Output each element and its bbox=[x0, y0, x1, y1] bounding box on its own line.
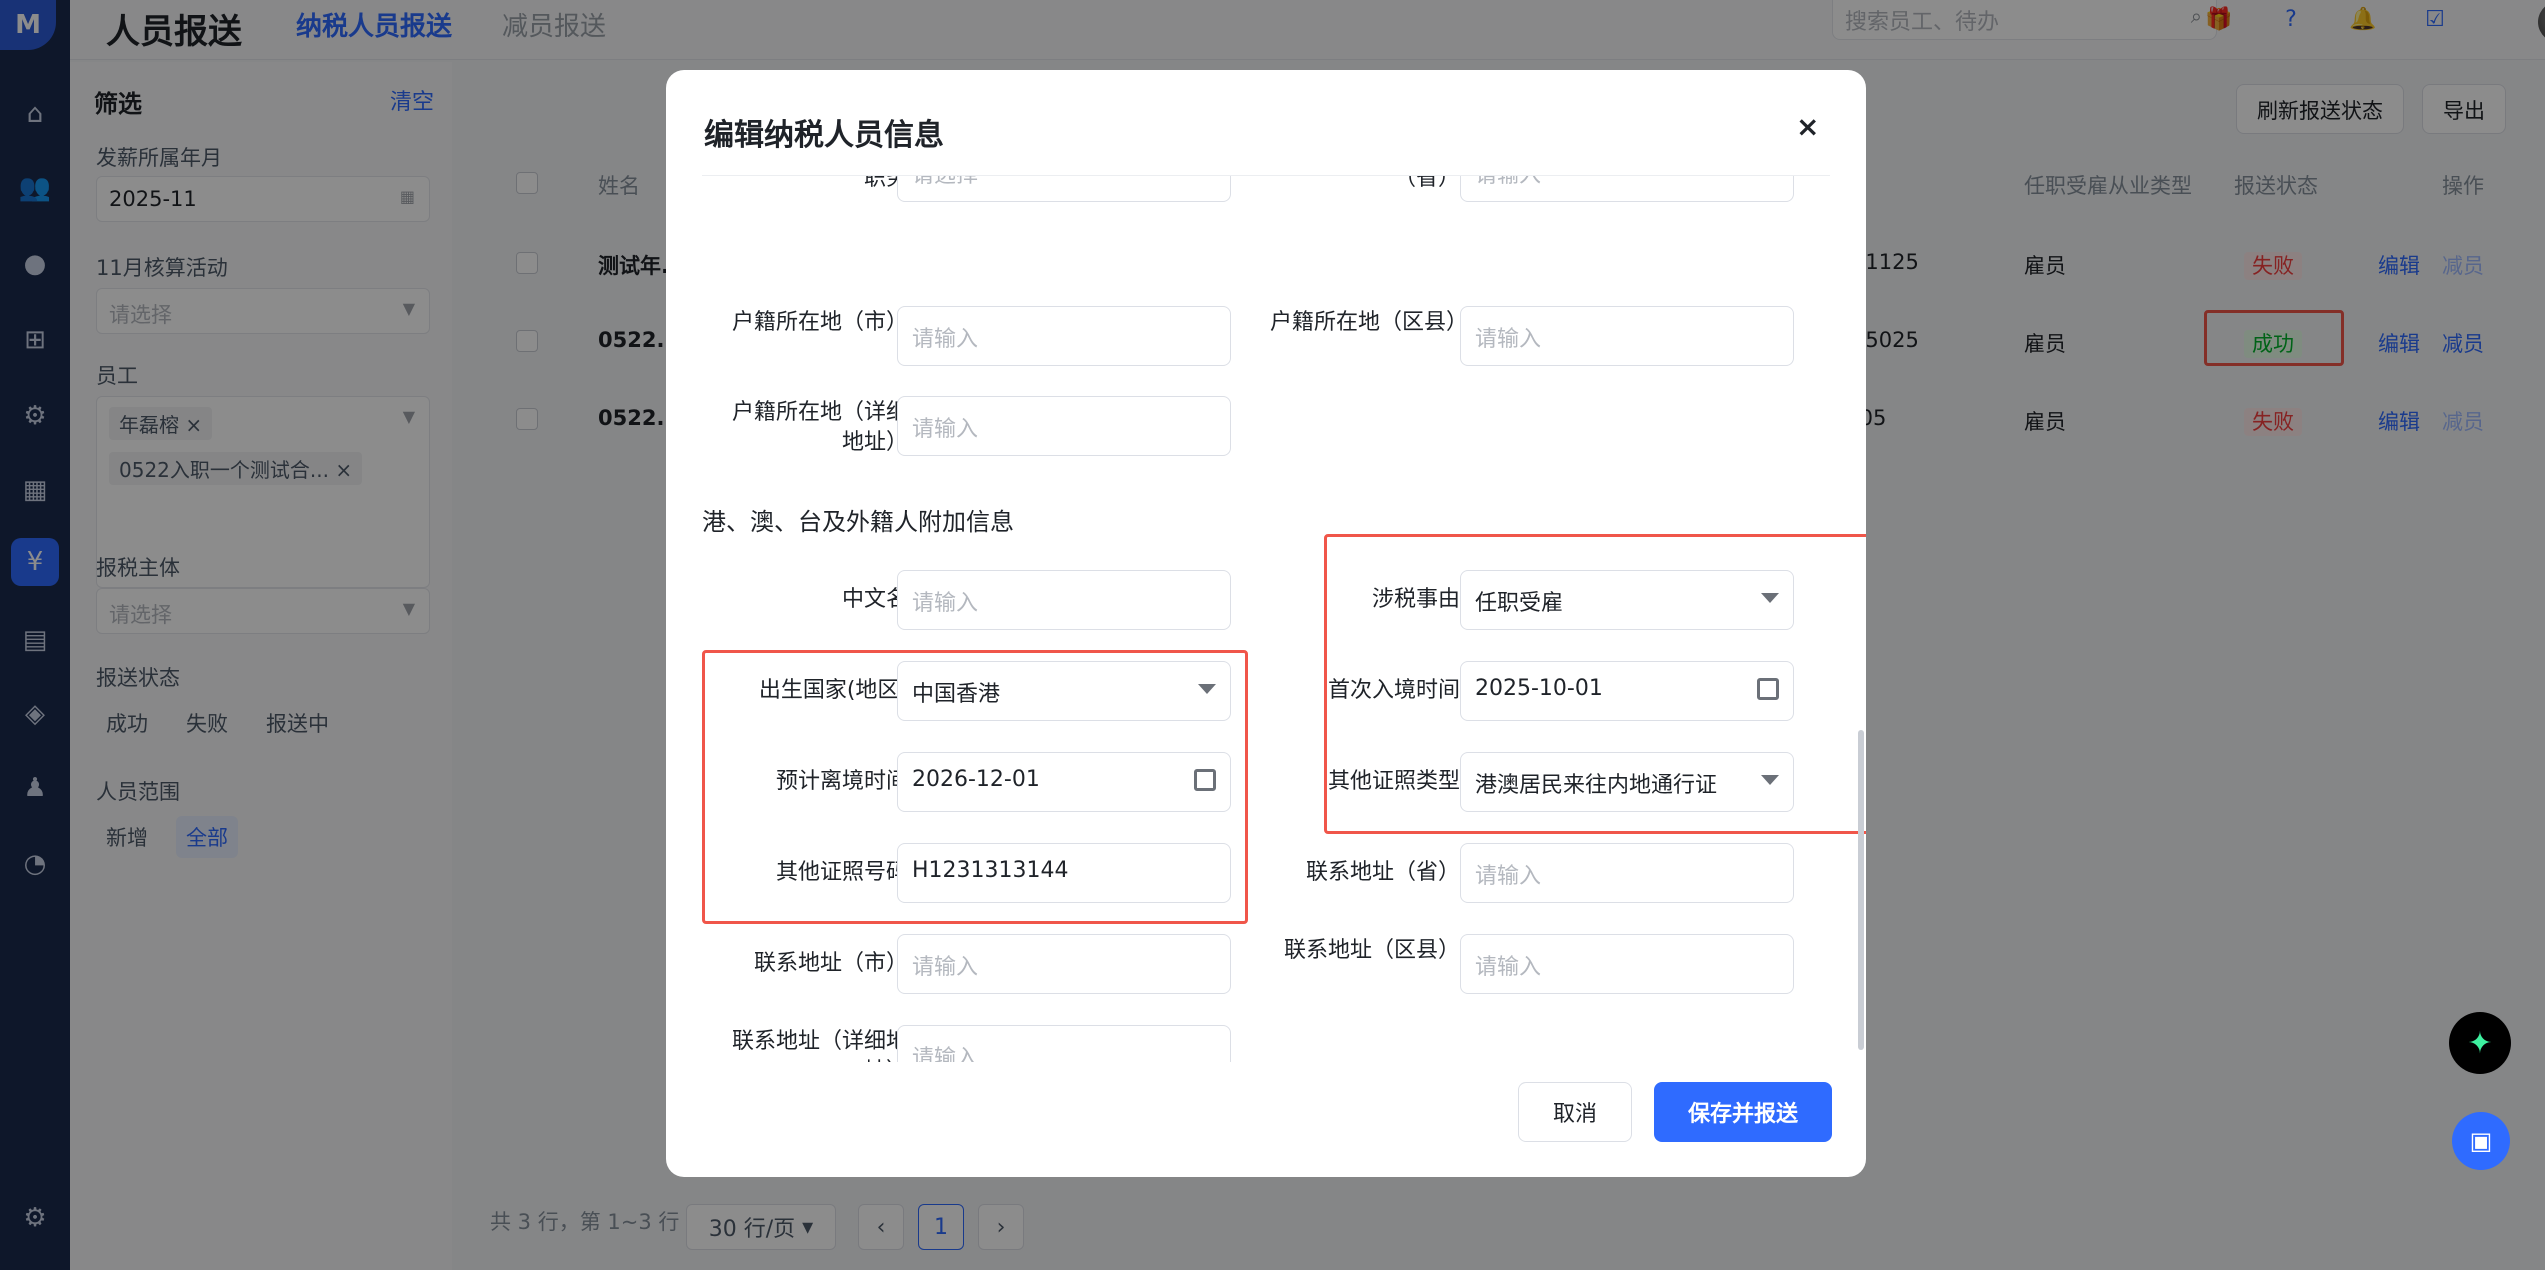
chinese-name-input[interactable]: 请输入 bbox=[897, 570, 1231, 630]
modal-title: 编辑纳税人员信息 bbox=[704, 118, 944, 153]
province-placeholder: 请输入 bbox=[1475, 176, 1541, 188]
contact-province-input[interactable]: 请输入 bbox=[1460, 843, 1794, 903]
chat-icon[interactable]: ▣ bbox=[2452, 1112, 2510, 1170]
modal-scrollbar[interactable] bbox=[1858, 730, 1864, 1050]
ai-assistant-icon[interactable]: ✦ bbox=[2449, 1012, 2511, 1074]
hukou-city-label: 户籍所在地（市） bbox=[731, 310, 908, 335]
hukou-address-placeholder: 请输入 bbox=[912, 417, 979, 442]
contact-city-input[interactable]: 请输入 bbox=[897, 934, 1231, 994]
province-input[interactable]: 请输入 bbox=[1460, 176, 1794, 202]
hukou-city-placeholder: 请输入 bbox=[912, 327, 979, 352]
position-label: 职务 bbox=[863, 176, 908, 191]
contact-county-label: 联系地址（区县） bbox=[1283, 938, 1460, 963]
chinese-name-placeholder: 请输入 bbox=[912, 591, 979, 616]
contact-province-placeholder: 请输入 bbox=[1475, 864, 1542, 889]
cancel-button[interactable]: 取消 bbox=[1518, 1082, 1632, 1142]
contact-province-label: 联系地址（省） bbox=[1305, 860, 1460, 885]
edit-taxpayer-modal: 编辑纳税人员信息 × 职务 请选择 （省） 请输入 户籍所在地（市） 请输入 户… bbox=[666, 70, 1866, 1177]
hukou-county-input[interactable]: 请输入 bbox=[1460, 306, 1794, 366]
hukou-city-input[interactable]: 请输入 bbox=[897, 306, 1231, 366]
contact-city-label: 联系地址（市） bbox=[753, 951, 908, 976]
modal-scroll-body[interactable]: 职务 请选择 （省） 请输入 户籍所在地（市） 请输入 户籍所在地（区县） 请输… bbox=[666, 176, 1866, 1062]
position-placeholder: 请选择 bbox=[912, 176, 978, 188]
contact-city-placeholder: 请输入 bbox=[912, 955, 979, 980]
hukou-county-label: 户籍所在地（区县） bbox=[1270, 310, 1469, 335]
highlight-box-right bbox=[1324, 534, 1866, 834]
hukou-address-label: 户籍所在地（详细地址） bbox=[731, 400, 908, 455]
contact-address-input[interactable]: 请输入 bbox=[897, 1025, 1231, 1062]
close-icon[interactable]: × bbox=[1796, 110, 1819, 143]
hukou-county-placeholder: 请输入 bbox=[1475, 327, 1542, 352]
save-and-report-button[interactable]: 保存并报送 bbox=[1654, 1082, 1832, 1142]
chinese-name-label: 中文名 bbox=[841, 587, 908, 612]
contact-address-placeholder: 请输入 bbox=[912, 1046, 979, 1062]
province-label: （省） bbox=[1393, 176, 1460, 191]
contact-county-placeholder: 请输入 bbox=[1475, 955, 1542, 980]
contact-county-input[interactable]: 请输入 bbox=[1460, 934, 1794, 994]
highlight-box-left bbox=[702, 650, 1248, 924]
section-title: 港、澳、台及外籍人附加信息 bbox=[702, 508, 1014, 536]
position-select[interactable]: 请选择 bbox=[897, 176, 1231, 202]
contact-address-label: 联系地址（详细地址） bbox=[731, 1029, 908, 1062]
hukou-address-input[interactable]: 请输入 bbox=[897, 396, 1231, 456]
